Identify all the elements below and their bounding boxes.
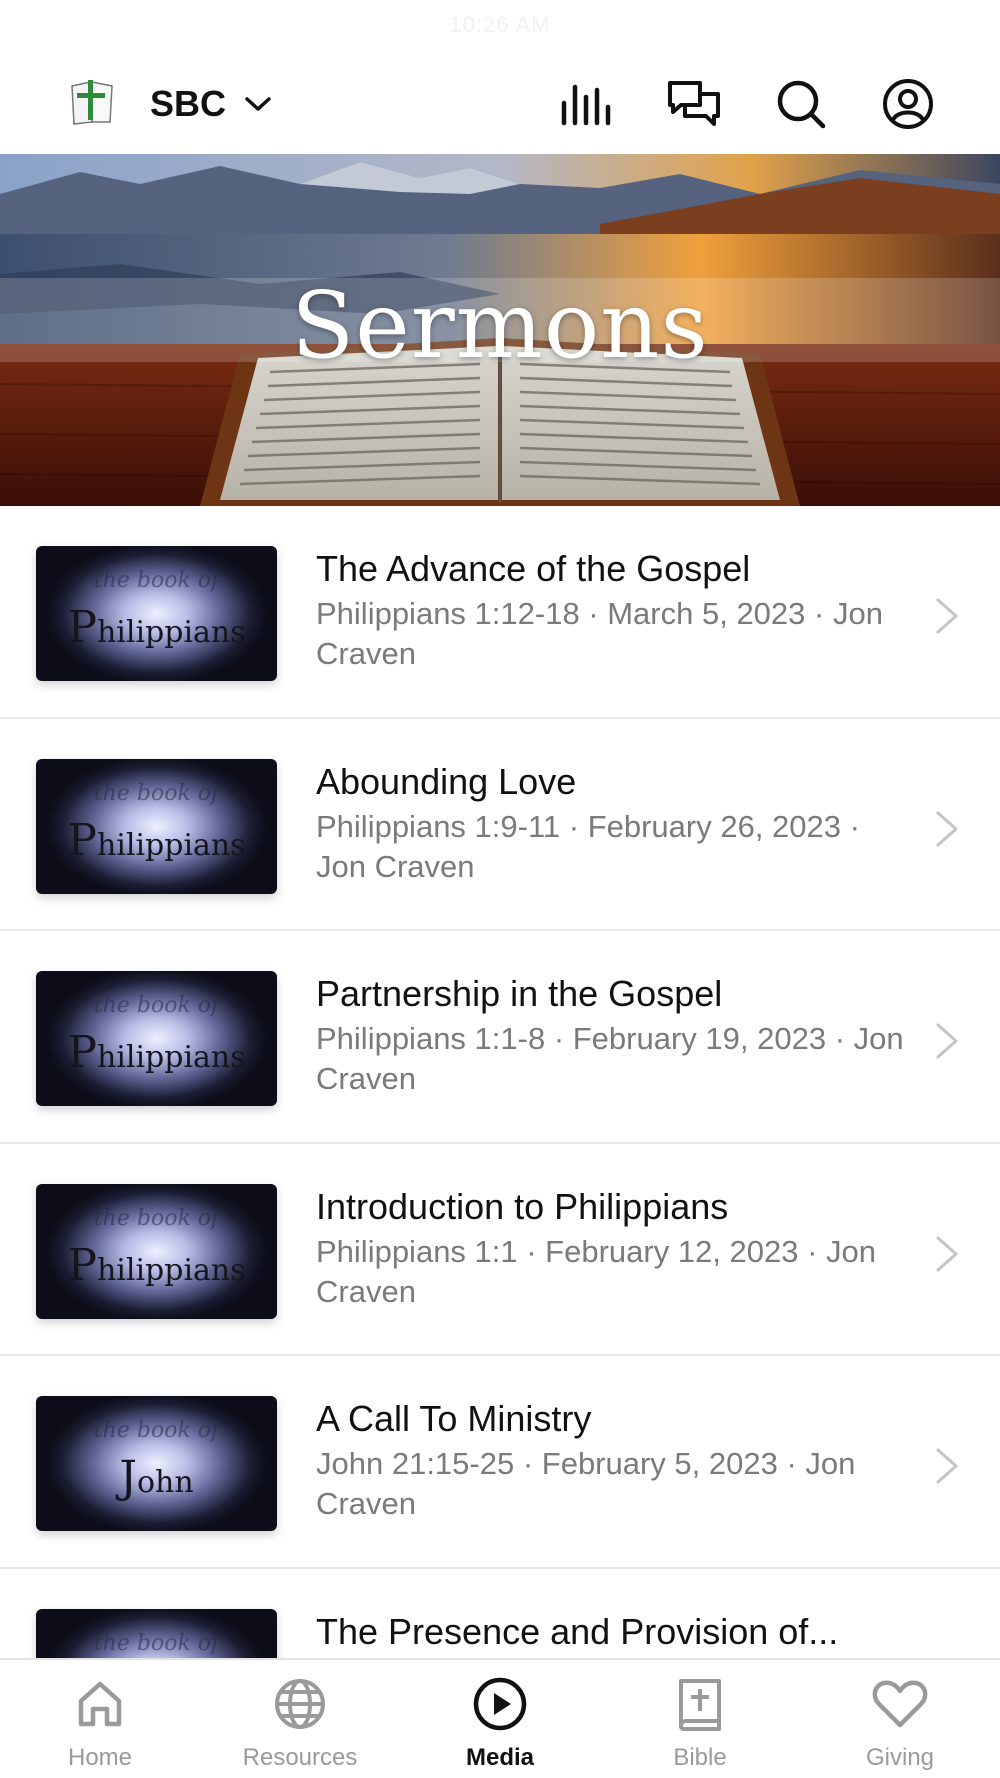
globe-icon xyxy=(270,1674,330,1734)
sermon-row[interactable]: the book of Philippians Partnership in t… xyxy=(0,931,1000,1144)
status-time: 10:26 AM xyxy=(449,12,551,37)
sermon-thumbnail: the book of Philippians xyxy=(36,546,277,681)
sermon-title: The Advance of the Gospel xyxy=(316,548,751,589)
sermon-thumbnail: the book of xyxy=(36,1608,277,1658)
tab-home[interactable]: Home xyxy=(0,1660,200,1778)
chevron-right-icon xyxy=(936,1023,958,1059)
tab-resources[interactable]: Resources xyxy=(200,1660,400,1778)
sermon-meta: Philippians 1:12-18 · March 5, 2023 · Jo… xyxy=(316,596,883,671)
play-icon xyxy=(470,1674,530,1734)
status-bar: 10:26 AM xyxy=(0,0,1000,52)
account-icon[interactable] xyxy=(880,76,936,132)
sermon-row[interactable]: the book of Philippians Introduction to … xyxy=(0,1144,1000,1357)
thumbnail-book: Philippians xyxy=(67,1239,246,1291)
tab-giving[interactable]: Giving xyxy=(800,1660,1000,1778)
sermon-meta: John 21:15-25 · February 5, 2023 · Jon C… xyxy=(316,1446,856,1522)
tab-media[interactable]: Media xyxy=(400,1660,600,1778)
thumbnail-book: Philippians xyxy=(67,602,246,653)
sermon-thumbnail: the book of Philippians xyxy=(36,758,277,894)
sermon-meta: Philippians 1:1-8 · February 19, 2023 · … xyxy=(316,1021,904,1097)
sermon-title: Introduction to Philippians xyxy=(316,1185,729,1227)
chevron-right-icon xyxy=(936,811,958,847)
org-name: SBC xyxy=(150,83,227,124)
sermon-row[interactable]: the book of Philippians Abounding Love P… xyxy=(0,719,1000,932)
sermon-title: A Call To Ministry xyxy=(316,1398,592,1440)
app-screen: 10:26 AM SBC Sermons the book of Philipp… xyxy=(0,0,1000,1778)
home-icon xyxy=(70,1674,130,1734)
heart-icon xyxy=(870,1674,930,1734)
sermon-thumbnail: the book of John xyxy=(36,1396,277,1532)
tab-label: Bible xyxy=(673,1744,727,1771)
chevron-right-icon xyxy=(936,1448,958,1484)
media-levels-icon[interactable] xyxy=(560,76,616,132)
thumbnail-book: Philippians xyxy=(67,814,246,866)
top-header: SBC xyxy=(0,52,1000,154)
chat-icon[interactable] xyxy=(666,76,722,132)
thumbnail-caption: the book of xyxy=(93,1205,220,1231)
sermon-title: The Presence and Provision of... xyxy=(316,1610,839,1652)
chevron-down-icon xyxy=(245,97,271,111)
sermon-thumbnail: the book of Philippians xyxy=(36,971,277,1107)
thumbnail-caption: the book of xyxy=(93,780,220,806)
org-selector[interactable]: SBC xyxy=(150,76,272,132)
sermon-title: Partnership in the Gospel xyxy=(316,973,723,1015)
sermons-banner: Sermons xyxy=(0,154,1000,506)
logo-icon[interactable] xyxy=(68,76,116,128)
page-title: Sermons xyxy=(291,272,709,379)
tab-label: Media xyxy=(465,1744,534,1771)
tab-bible[interactable]: Bible xyxy=(600,1660,800,1778)
sermon-row[interactable]: the book of The Presence and Provision o… xyxy=(0,1569,1000,1658)
chevron-right-icon xyxy=(936,598,958,634)
thumbnail-caption: the book of xyxy=(93,1418,220,1444)
bible-icon xyxy=(670,1674,730,1734)
thumbnail-caption: the book of xyxy=(93,568,220,593)
sermon-title: Abounding Love xyxy=(316,760,577,802)
sermon-meta: Philippians 1:1 · February 12, 2023 · Jo… xyxy=(316,1233,877,1309)
tab-label: Giving xyxy=(865,1744,935,1771)
sermon-thumbnail: the book of Philippians xyxy=(36,1183,277,1319)
thumbnail-caption: the book of xyxy=(93,1630,220,1656)
tab-label: Home xyxy=(67,1744,133,1771)
bottom-tab-bar: Home Resources Media Bible Giving xyxy=(0,1658,1000,1778)
search-icon[interactable] xyxy=(773,76,829,132)
tab-label: Resources xyxy=(242,1744,358,1771)
sermon-row[interactable]: the book of John A Call To Ministry John… xyxy=(0,1356,1000,1569)
thumbnail-caption: the book of xyxy=(93,993,220,1019)
chevron-right-icon xyxy=(936,1236,958,1272)
sermon-meta: Philippians 1:9-11 · February 26, 2023 ·… xyxy=(316,808,860,884)
sermon-list: the book of Philippians The Advance of t… xyxy=(0,506,1000,1658)
thumbnail-book: John xyxy=(119,1452,194,1504)
sermon-row[interactable]: the book of Philippians The Advance of t… xyxy=(0,506,1000,719)
thumbnail-book: Philippians xyxy=(67,1027,246,1079)
